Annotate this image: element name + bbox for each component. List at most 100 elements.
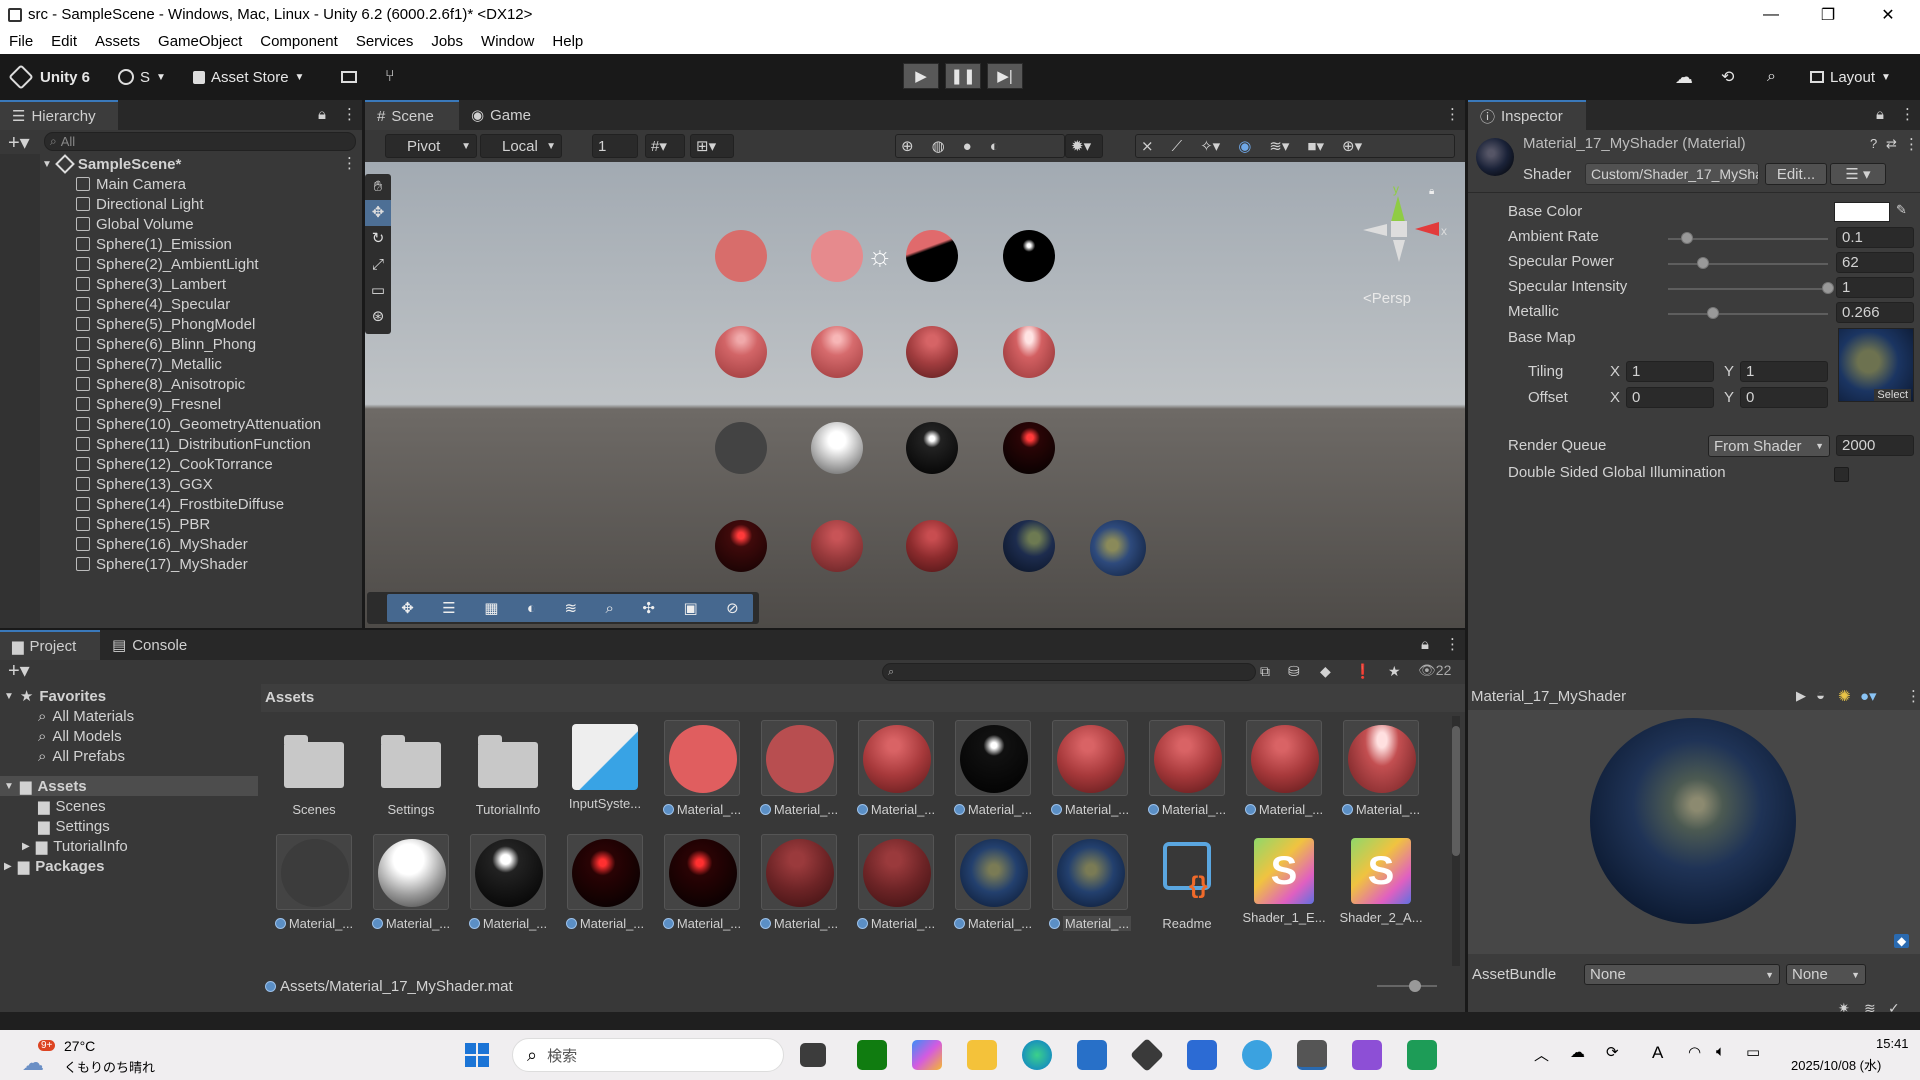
- tab-project[interactable]: ▆ Project: [0, 630, 100, 660]
- asset-item[interactable]: Material_...: [463, 834, 553, 931]
- menu-assets[interactable]: Assets: [86, 33, 149, 50]
- asset-item[interactable]: Material_...: [366, 834, 456, 931]
- more-icon[interactable]: ⋮: [1904, 135, 1919, 153]
- folder-tutorialinfo[interactable]: ▶ ▆ TutorialInfo: [22, 836, 128, 856]
- asset-item[interactable]: Material_...: [1239, 720, 1329, 817]
- settings-icon[interactable]: ⇄: [1886, 136, 1897, 152]
- unity-editor-icon[interactable]: [1297, 1040, 1327, 1070]
- sphere-fresnel[interactable]: [715, 422, 767, 474]
- sphere-my-shader-16[interactable]: [1003, 520, 1055, 572]
- specular-intensity-slider-knob[interactable]: [1822, 282, 1834, 294]
- render-debug-button[interactable]: ✹▾: [1065, 134, 1103, 158]
- asset-item[interactable]: Material_...: [754, 834, 844, 931]
- orbit-icon[interactable]: ◐: [527, 600, 536, 617]
- asset-item[interactable]: Material_...: [851, 834, 941, 931]
- minimize-button[interactable]: —: [1743, 0, 1799, 29]
- metallic-slider-knob[interactable]: [1706, 307, 1719, 319]
- onedrive-icon[interactable]: ☁: [1570, 1043, 1585, 1061]
- asset-item[interactable]: TutorialInfo: [463, 720, 553, 817]
- menu-component[interactable]: Component: [251, 33, 347, 50]
- more-icon[interactable]: ⋮: [1445, 635, 1460, 653]
- taskbar-search[interactable]: ⌕ 検索: [512, 1038, 784, 1072]
- specular-intensity-field[interactable]: 1: [1836, 277, 1914, 298]
- lit-icon[interactable]: ◐: [990, 138, 999, 155]
- offset-y-field[interactable]: 0: [1740, 387, 1828, 408]
- folder-settings[interactable]: ▆ Settings: [38, 816, 110, 836]
- edit-shader-button[interactable]: Edit...: [1765, 163, 1827, 185]
- hierarchy-item[interactable]: Sphere(14)_FrostbiteDiffuse: [76, 494, 284, 514]
- specular-power-field[interactable]: 62: [1836, 252, 1914, 273]
- gizmo-lock-icon[interactable]: 🔒︎: [1429, 186, 1434, 197]
- help-icon[interactable]: ?: [1870, 136, 1877, 151]
- tiling-y-field[interactable]: 1: [1740, 361, 1828, 382]
- offset-x-field[interactable]: 0: [1626, 387, 1714, 408]
- asset-item[interactable]: Material_...: [1045, 720, 1135, 817]
- sphere-lambert[interactable]: [906, 230, 958, 282]
- assetbundle-variant-dropdown[interactable]: None ▼: [1786, 964, 1866, 985]
- hierarchy-item[interactable]: Sphere(9)_Fresnel: [76, 394, 221, 414]
- filter-label-icon[interactable]: ⛁: [1288, 663, 1300, 680]
- play-button[interactable]: ▶: [903, 63, 939, 89]
- menu-help[interactable]: Help: [543, 33, 592, 50]
- hierarchy-item[interactable]: Sphere(4)_Specular: [76, 294, 230, 314]
- menu-file[interactable]: File: [0, 33, 42, 50]
- directional-light-icon[interactable]: ☼: [867, 240, 893, 272]
- hierarchy-item[interactable]: Sphere(5)_PhongModel: [76, 314, 255, 334]
- metallic-field[interactable]: 0.266: [1836, 302, 1914, 323]
- asset-item[interactable]: Material_...: [1142, 720, 1232, 817]
- add-icon[interactable]: +▾: [8, 130, 30, 155]
- specular-power-slider-knob[interactable]: [1697, 257, 1710, 269]
- hierarchy-search-input[interactable]: ⌕ All: [44, 132, 356, 151]
- more-icon[interactable]: ⋮: [1445, 105, 1460, 123]
- asset-item[interactable]: Material_...: [1336, 720, 1426, 817]
- favorite-all-models[interactable]: ⌕ All Models: [38, 726, 122, 746]
- hierarchy-item[interactable]: Sphere(16)_MyShader: [76, 534, 248, 554]
- favorites-node[interactable]: ▼ ★ Favorites: [4, 686, 106, 706]
- layout-dropdown[interactable]: Layout ▼: [1810, 64, 1891, 90]
- tag-filter-icon[interactable]: ◆: [1320, 663, 1331, 680]
- double-sided-gi-checkbox[interactable]: [1834, 467, 1849, 482]
- asset-item[interactable]: Settings: [366, 720, 456, 817]
- specular-intensity-slider[interactable]: [1668, 288, 1828, 290]
- sheets-icon[interactable]: [1407, 1040, 1437, 1070]
- xbox-icon[interactable]: [857, 1040, 887, 1070]
- file-explorer-icon[interactable]: [967, 1040, 997, 1070]
- warning-filter-icon[interactable]: ❗: [1354, 663, 1371, 680]
- tab-scene[interactable]: # Scene: [365, 100, 459, 130]
- hierarchy-item[interactable]: Main Camera: [76, 174, 186, 194]
- project-search-input[interactable]: ⌕: [882, 663, 1256, 681]
- asset-item[interactable]: Material_...: [657, 834, 747, 931]
- hierarchy-item[interactable]: Sphere(15)_PBR: [76, 514, 210, 534]
- rotate-tool-icon[interactable]: ↻: [365, 226, 391, 252]
- asset-item[interactable]: Material_...: [269, 834, 359, 931]
- hierarchy-item[interactable]: Sphere(11)_DistributionFunction: [76, 434, 311, 454]
- thumb-size-knob[interactable]: [1409, 980, 1421, 992]
- clock-date[interactable]: 2025/10/08 (水): [1791, 1055, 1881, 1074]
- cloud-button[interactable]: ☁: [1675, 64, 1693, 90]
- grid-size-input[interactable]: 1: [592, 134, 638, 158]
- grid-overlay-icon[interactable]: ▦: [484, 599, 498, 617]
- pause-button[interactable]: ❚❚: [945, 63, 981, 89]
- lock-icon[interactable]: 🔒︎: [1876, 106, 1884, 123]
- more-icon[interactable]: ⋮: [342, 105, 357, 123]
- packages-node[interactable]: ▶ ▆ Packages: [4, 856, 104, 876]
- assetbundle-dropdown[interactable]: None ▼: [1584, 964, 1780, 985]
- increment-snap-button[interactable]: ⊞▾: [690, 134, 734, 158]
- menu-services[interactable]: Services: [347, 33, 423, 50]
- asset-item[interactable]: S Shader_2_A...: [1336, 834, 1426, 925]
- asset-item[interactable]: Scenes: [269, 720, 359, 817]
- asset-store-button[interactable]: Asset Store ▼: [193, 64, 304, 90]
- scene-root[interactable]: ▼ SampleScene*: [42, 154, 181, 174]
- favorite-all-materials[interactable]: ⌕ All Materials: [38, 706, 134, 726]
- unity-account-button[interactable]: Unity 6: [8, 64, 90, 90]
- wireframe-globe-icon[interactable]: ⊕: [901, 137, 914, 155]
- favorite-all-prefabs[interactable]: ⌕ All Prefabs: [38, 746, 125, 766]
- speaker-mute-icon[interactable]: 🔈︎: [1716, 1043, 1725, 1060]
- shader-options-button[interactable]: ☰ ▾: [1830, 163, 1886, 185]
- asset-item[interactable]: Material_...: [657, 720, 747, 817]
- hierarchy-item[interactable]: Sphere(2)_AmbientLight: [76, 254, 259, 274]
- transform-tool-icon[interactable]: ⊛: [365, 304, 391, 330]
- more-icon[interactable]: ⋮: [1906, 687, 1920, 705]
- layers-overlay-icon[interactable]: ≋: [564, 599, 577, 617]
- tab-game[interactable]: ◉ Game: [459, 100, 549, 130]
